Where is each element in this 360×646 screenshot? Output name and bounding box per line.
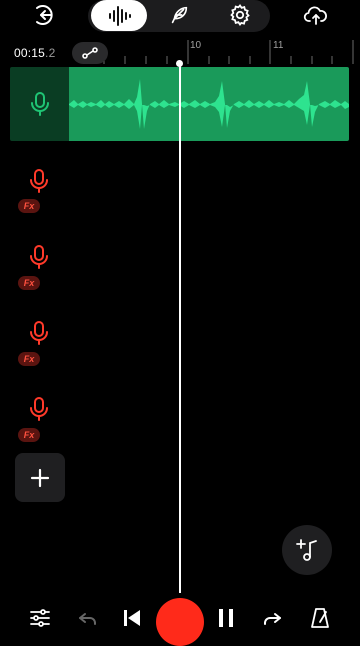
playhead-handle[interactable] [176, 60, 183, 67]
mode-tab-lyrics[interactable] [163, 0, 195, 30]
time-fraction: .2 [45, 46, 56, 60]
ruler-label-11: 11 [273, 40, 284, 51]
track-3[interactable]: Fx [18, 244, 62, 300]
track-2[interactable]: Fx [18, 168, 62, 224]
plus-icon [30, 468, 50, 488]
mic-icon [29, 91, 51, 117]
time-readout: 00:15.2 [14, 46, 55, 60]
redo-button[interactable] [256, 596, 288, 640]
record-button[interactable] [156, 598, 204, 646]
add-track-button[interactable] [15, 453, 65, 502]
undo-icon [76, 606, 100, 630]
metronome-icon [308, 606, 332, 630]
mic-icon[interactable] [28, 168, 50, 194]
pause-icon [215, 606, 237, 630]
upload-button[interactable] [300, 0, 332, 30]
add-music-button[interactable] [282, 525, 332, 575]
back-arrow-icon [32, 3, 56, 27]
time-main: 00:15 [14, 46, 46, 60]
track-1-waveform [69, 79, 349, 129]
redo-icon [260, 606, 284, 630]
back-button[interactable] [28, 0, 60, 30]
mixer-button[interactable] [24, 596, 56, 640]
gear-icon [228, 3, 252, 27]
link-nodes-icon [82, 47, 98, 59]
mode-tab-record[interactable] [91, 0, 147, 31]
track-4[interactable]: Fx [18, 320, 62, 376]
fx-badge[interactable]: Fx [18, 199, 40, 213]
mic-icon[interactable] [28, 320, 50, 346]
playhead[interactable] [179, 63, 181, 593]
cloud-upload-icon [303, 3, 329, 27]
pause-button[interactable] [210, 596, 242, 640]
metronome-button[interactable] [304, 596, 336, 640]
link-tracks-button[interactable] [72, 42, 108, 64]
track-1-header[interactable] [10, 67, 69, 141]
timeline-ruler[interactable] [70, 38, 360, 66]
mic-icon[interactable] [28, 244, 50, 270]
feather-icon [168, 4, 190, 26]
track-5[interactable]: Fx [18, 396, 62, 452]
ruler-label-10: 10 [190, 40, 202, 51]
fx-badge[interactable]: Fx [18, 428, 40, 442]
track-1-waveform-clip[interactable] [69, 67, 349, 141]
fx-badge[interactable]: Fx [18, 352, 40, 366]
mic-icon[interactable] [28, 396, 50, 422]
skip-to-start-button[interactable] [116, 596, 148, 640]
waveform-icon [106, 5, 132, 27]
sliders-icon [28, 606, 52, 630]
undo-button[interactable] [72, 596, 104, 640]
mode-tab-settings[interactable] [224, 0, 256, 30]
music-note-plus-icon [294, 537, 320, 563]
skip-to-start-icon [120, 606, 144, 630]
fx-badge[interactable]: Fx [18, 276, 40, 290]
